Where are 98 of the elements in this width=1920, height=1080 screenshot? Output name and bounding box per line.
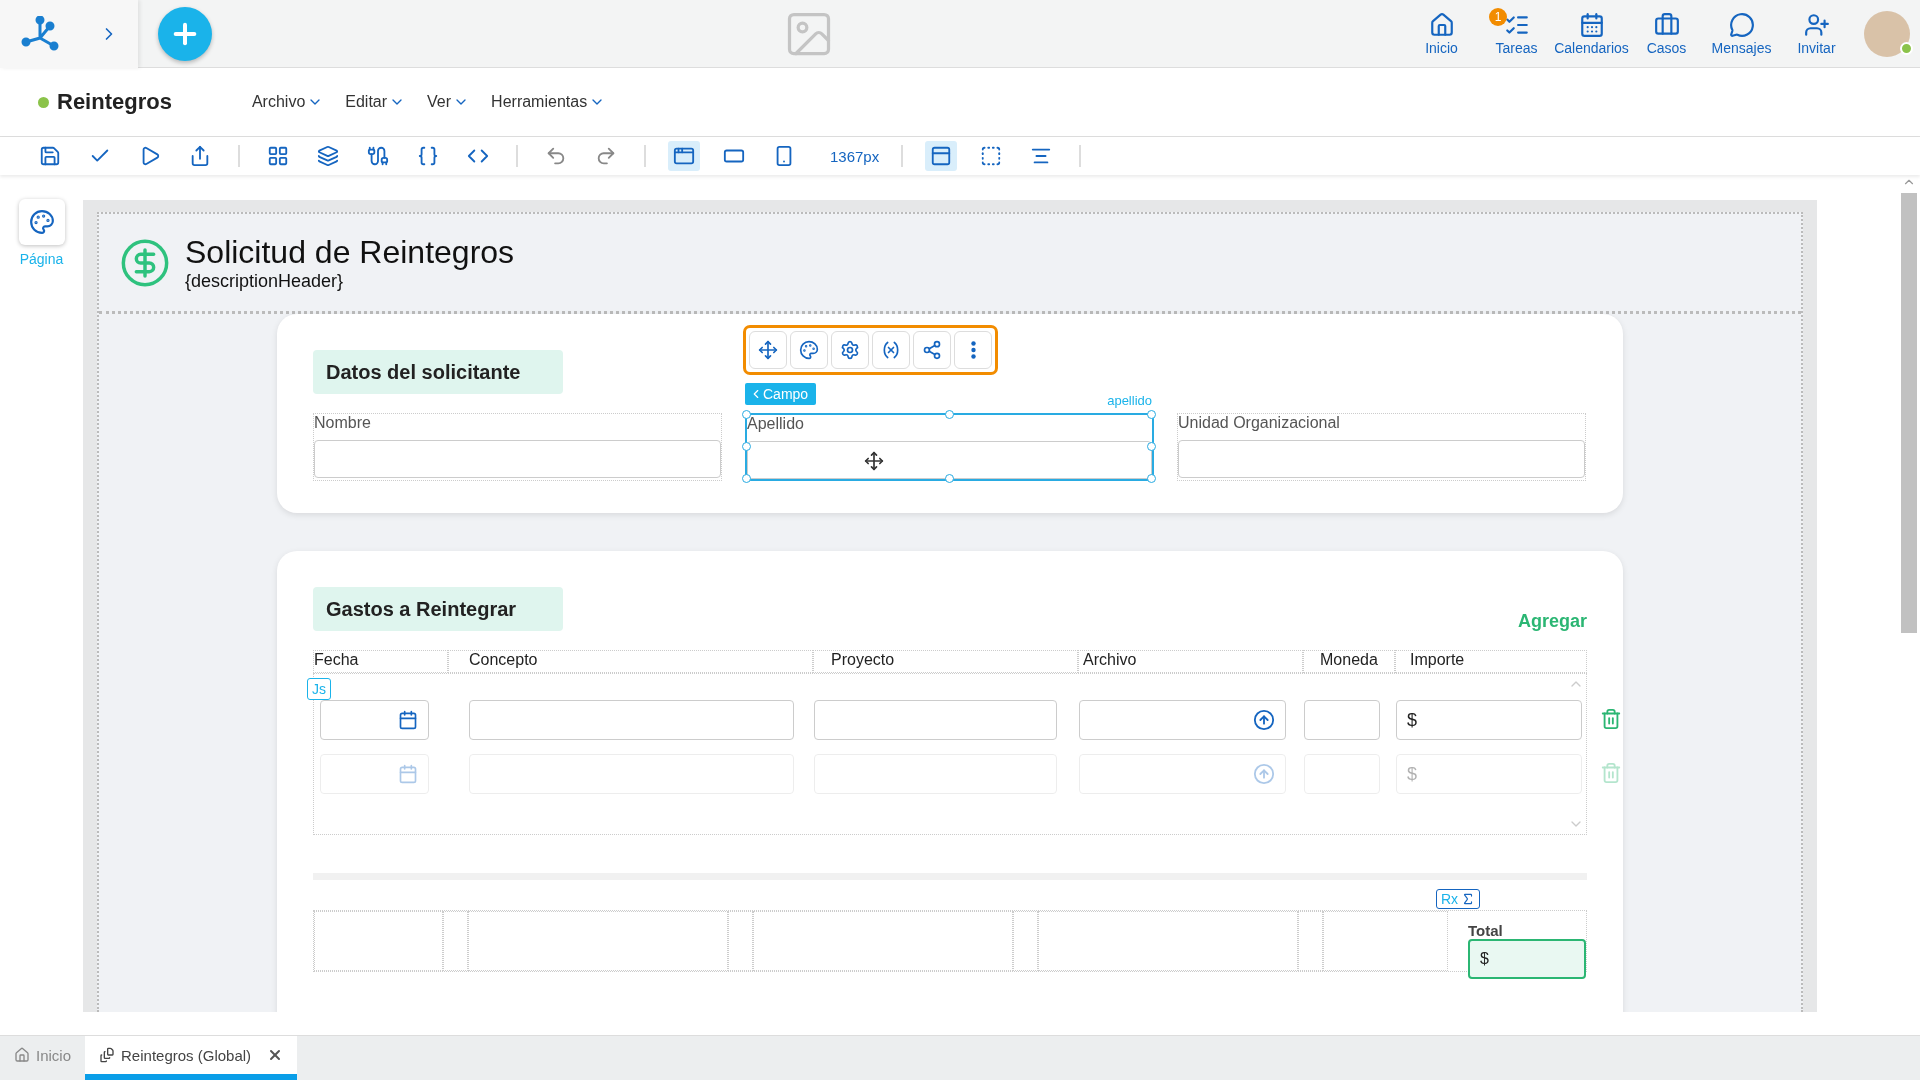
column-header: Archivo bbox=[1078, 650, 1303, 673]
input-field[interactable] bbox=[469, 700, 794, 740]
grid-icon bbox=[267, 145, 289, 167]
share-icon bbox=[922, 340, 942, 360]
column-header: Proyecto bbox=[813, 650, 1078, 673]
avatar[interactable] bbox=[1864, 10, 1910, 57]
scrollbar-thumb[interactable] bbox=[1901, 193, 1917, 633]
share-button[interactable] bbox=[913, 331, 951, 369]
table-cell bbox=[443, 911, 468, 971]
menu-button[interactable]: Ver bbox=[427, 93, 470, 111]
count-badge: 1 bbox=[1489, 7, 1507, 26]
frame-icon bbox=[980, 145, 1003, 167]
input-field[interactable] bbox=[814, 700, 1057, 740]
panel-icon bbox=[930, 145, 953, 167]
toolbar-button[interactable] bbox=[925, 141, 958, 171]
more-icon bbox=[970, 341, 976, 359]
export-icon bbox=[189, 145, 211, 167]
resize-handle[interactable] bbox=[742, 474, 751, 483]
input-field[interactable] bbox=[747, 441, 1152, 479]
resize-handle[interactable] bbox=[1147, 474, 1156, 483]
briefcase-icon bbox=[1653, 11, 1680, 38]
input-field[interactable]: $ bbox=[1396, 700, 1582, 740]
app-title: Reintegros bbox=[57, 89, 172, 115]
settings-button[interactable] bbox=[831, 331, 869, 369]
currency-symbol: $ bbox=[1407, 709, 1417, 731]
calendar-icon bbox=[398, 764, 418, 784]
layers-icon bbox=[317, 145, 339, 167]
toolbar-button[interactable] bbox=[668, 141, 700, 171]
window-icon bbox=[673, 145, 695, 167]
column-header: Fecha bbox=[313, 650, 448, 673]
settings-icon bbox=[840, 340, 860, 360]
section-title: Datos del solicitante bbox=[313, 350, 563, 394]
tab[interactable]: Reintegros (Global) bbox=[85, 1036, 298, 1080]
palette-icon bbox=[28, 209, 55, 235]
field-label: Unidad Organizacional bbox=[1178, 414, 1341, 433]
form-field[interactable]: Unidad Organizacional bbox=[1177, 413, 1586, 481]
menu-button[interactable]: Editar bbox=[345, 93, 406, 111]
nav-button[interactable]: Calendarios bbox=[1556, 11, 1627, 56]
column-header: Importe bbox=[1395, 650, 1587, 673]
undo-icon bbox=[545, 145, 567, 167]
resize-handle[interactable] bbox=[742, 442, 751, 451]
tab[interactable]: Inicio bbox=[0, 1036, 86, 1080]
move-button[interactable] bbox=[749, 331, 787, 369]
resize-handle[interactable] bbox=[944, 410, 954, 419]
add-user-icon bbox=[1803, 11, 1830, 38]
column-header: Concepto bbox=[448, 650, 813, 673]
total-label: Total bbox=[1468, 922, 1504, 939]
resize-handle[interactable] bbox=[944, 474, 954, 483]
input-field[interactable] bbox=[1304, 700, 1380, 740]
total-field[interactable]: $ bbox=[1468, 939, 1586, 979]
form-title: Solicitud de Reintegros bbox=[185, 233, 515, 271]
braces-icon bbox=[417, 145, 439, 167]
move-cursor-icon bbox=[864, 451, 885, 471]
menu-button[interactable]: Archivo bbox=[251, 93, 324, 111]
stack-icon bbox=[99, 1047, 116, 1063]
chat-icon bbox=[1728, 11, 1755, 38]
resize-handle[interactable] bbox=[1147, 442, 1156, 451]
section-title: Gastos a Reintegrar bbox=[313, 587, 563, 631]
upload-icon bbox=[1253, 763, 1275, 785]
input-field[interactable] bbox=[314, 440, 721, 478]
move-icon bbox=[758, 340, 778, 360]
palette-icon bbox=[799, 340, 819, 360]
nav-button[interactable]: Inicio bbox=[1406, 11, 1477, 56]
resize-handle[interactable] bbox=[1147, 410, 1156, 419]
field-label: Nombre bbox=[314, 414, 372, 433]
form-field[interactable]: Nombre bbox=[313, 413, 722, 481]
nav-button[interactable]: Invitar bbox=[1781, 11, 1852, 56]
calendar-icon bbox=[398, 710, 418, 730]
logo-icon bbox=[19, 15, 60, 52]
input-field[interactable] bbox=[1178, 440, 1585, 478]
save-icon bbox=[39, 145, 61, 167]
status-dot bbox=[38, 96, 49, 108]
field-id: apellido bbox=[1107, 393, 1152, 408]
variable-button[interactable] bbox=[872, 331, 910, 369]
currency-symbol: $ bbox=[1407, 763, 1417, 785]
nav-button[interactable]: Casos bbox=[1631, 11, 1702, 56]
add-button[interactable] bbox=[158, 6, 212, 61]
delete-icon[interactable] bbox=[1600, 708, 1622, 730]
delete-icon[interactable] bbox=[1600, 762, 1622, 784]
calendar-icon bbox=[1578, 11, 1605, 38]
table-cell bbox=[1013, 911, 1038, 971]
field-label: Apellido bbox=[747, 415, 805, 434]
variable-icon bbox=[881, 340, 901, 360]
palette-button[interactable] bbox=[790, 331, 828, 369]
upload-icon bbox=[1253, 709, 1275, 731]
home-icon bbox=[1428, 11, 1455, 38]
cable-icon bbox=[367, 145, 389, 167]
column-header: Moneda bbox=[1303, 650, 1395, 673]
resize-handle[interactable] bbox=[742, 410, 751, 419]
nav-button[interactable]: Mensajes bbox=[1706, 11, 1777, 56]
more-button[interactable] bbox=[954, 331, 992, 369]
home-icon bbox=[14, 1047, 30, 1063]
width-value: 1367px bbox=[830, 147, 880, 165]
menu-button[interactable]: Herramientas bbox=[491, 93, 606, 111]
form-description: {descriptionHeader} bbox=[185, 270, 345, 292]
input-field[interactable] bbox=[320, 700, 429, 740]
input-field[interactable] bbox=[1079, 700, 1286, 740]
redo-icon bbox=[595, 145, 617, 167]
